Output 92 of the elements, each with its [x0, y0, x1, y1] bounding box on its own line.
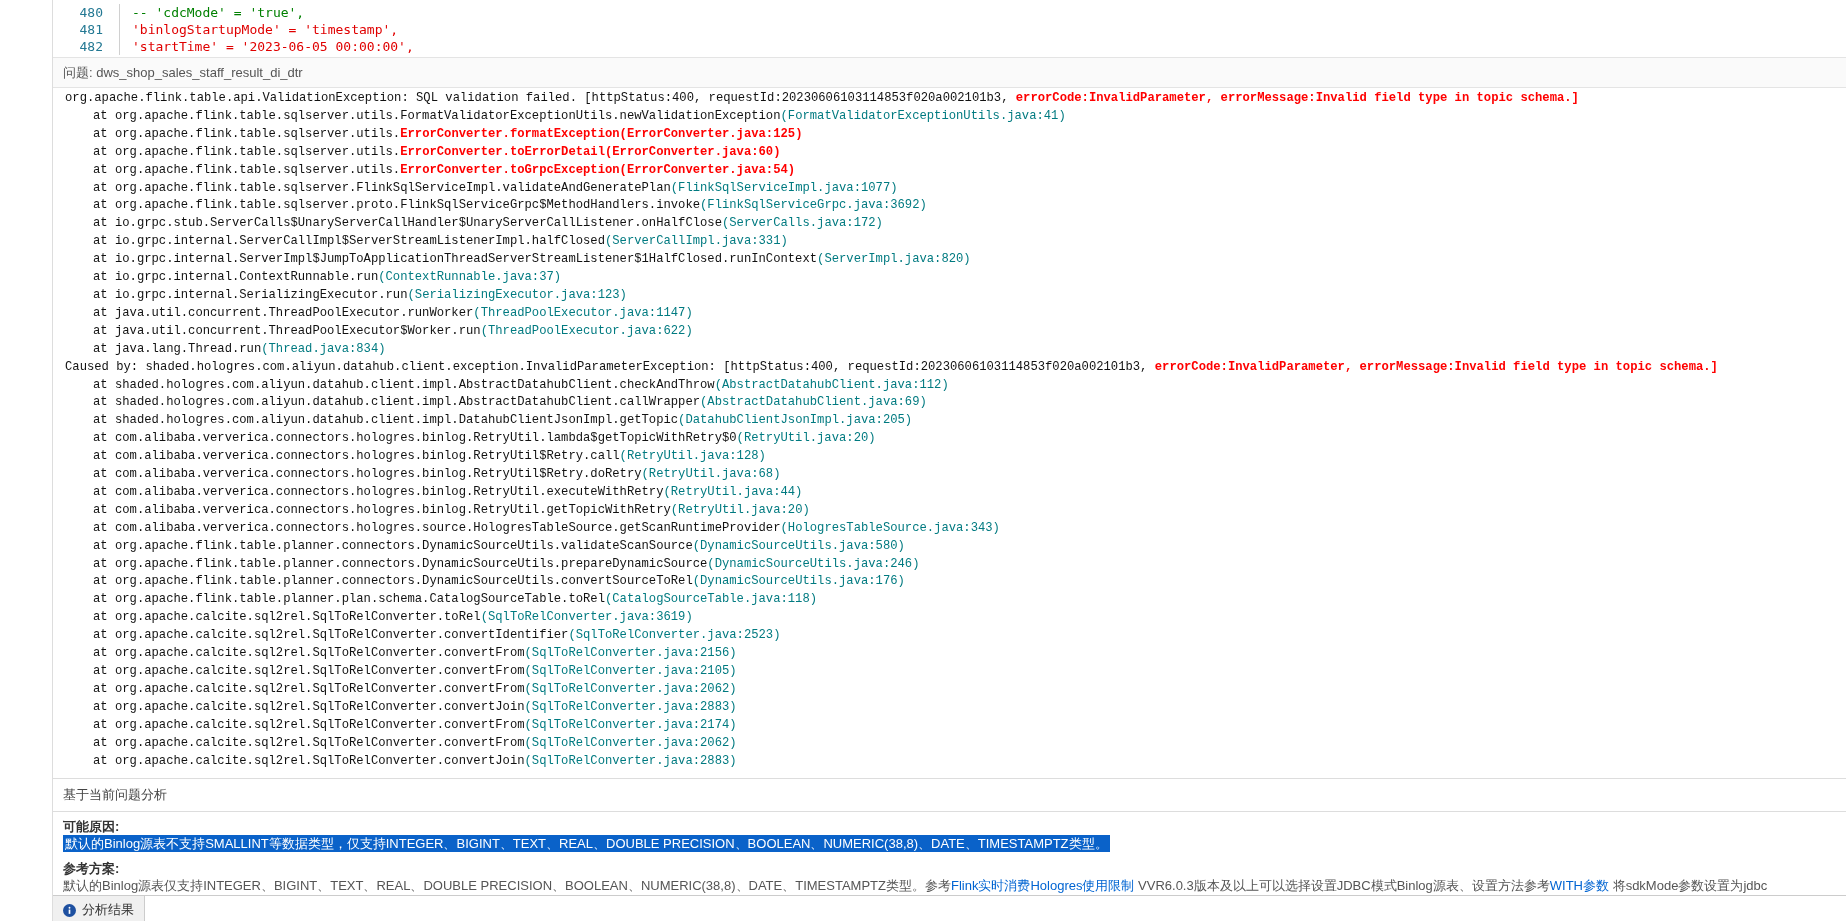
source-location: (RetryUtil.java:128): [619, 449, 766, 464]
source-location: (SqlToRelConverter.java:3619): [480, 610, 693, 625]
trace-text: at java.util.concurrent.ThreadPoolExecutor$Worker.run: [93, 323, 481, 338]
trace-text: at shaded.hologres.com.aliyun.datahub.client.impl.AbstractDatahubClient.checkAndThrow: [93, 377, 715, 392]
code-text: 'startTime' = '2023-06-05 00:00:00',: [132, 39, 414, 54]
trace-text: at org.apache.flink.table.sqlserver.FlinkSqlServiceImpl.validateAndGeneratePlan: [93, 180, 671, 195]
source-location: (RetryUtil.java:20): [670, 502, 810, 517]
code-text: -- 'cdcMode' = 'true',: [132, 5, 305, 20]
analysis-result-tab[interactable]: 分析结果: [53, 896, 145, 921]
trace-text: at org.apache.flink.table.sqlserver.utils.: [93, 144, 401, 159]
trace-text: at org.apache.flink.table.sqlserver.utils.: [93, 126, 401, 141]
trace-text: at com.alibaba.ververica.connectors.hologres.binlog.RetryUtil.lambda$getTopicWithRetry$0: [93, 431, 737, 446]
source-location: (DynamicSourceUtils.java:580): [692, 538, 905, 553]
trace-text: at java.util.concurrent.ThreadPoolExecutor.runWorker: [93, 305, 474, 320]
trace-text: at io.grpc.internal.SerializingExecutor.run: [93, 287, 408, 302]
source-location: (SqlToRelConverter.java:2062): [524, 735, 737, 750]
trace-text: at io.grpc.internal.ServerCallImpl$ServerStreamListenerImpl.halfClosed: [93, 234, 605, 249]
error-text: ErrorConverter.toErrorDetail(ErrorConverter.java:60): [400, 144, 781, 159]
trace-text: at org.apache.calcite.sql2rel.SqlToRelConverter.convertJoin: [93, 753, 525, 768]
trace-text: at org.apache.calcite.sql2rel.SqlToRelConverter.convertFrom: [93, 664, 525, 678]
analysis-title: 基于当前问题分析: [53, 778, 1846, 812]
line-number: 481: [78, 21, 104, 38]
error-text: errorCode:InvalidParameter, errorMessage:Invalid field type in topic schema.]: [1154, 359, 1718, 374]
trace-text: at org.apache.flink.table.planner.plan.schema.CatalogSourceTable.toRel: [93, 592, 605, 607]
source-location: (SqlToRelConverter.java:2883): [524, 699, 737, 714]
source-location: (AbstractDatahubClient.java:112): [714, 377, 949, 392]
source-location: (FlinkSqlServiceImpl.java:1077): [670, 180, 898, 195]
source-location: (ServerCallImpl.java:331): [604, 234, 788, 249]
trace-text: at shaded.hologres.com.aliyun.datahub.client.impl.DatahubClientJsonImpl.getTopic: [93, 413, 679, 428]
error-text: ErrorConverter.toGrpcException(ErrorConverter.java:54): [400, 162, 796, 177]
info-icon: [63, 903, 76, 917]
trace-text: at org.apache.calcite.sql2rel.SqlToRelConverter.convertFrom: [93, 717, 525, 732]
code-text: 'binlogStartupMode' = 'timestamp',: [132, 22, 399, 37]
trace-text: at org.apache.flink.table.planner.connectors.DynamicSourceUtils.validateScanSource: [93, 538, 693, 553]
source-location: (SqlToRelConverter.java:2105): [524, 664, 737, 678]
trace-text: at com.alibaba.ververica.connectors.hologres.binlog.RetryUtil$Retry.doRetry: [93, 467, 642, 482]
source-location: (ThreadPoolExecutor.java:1147): [473, 305, 693, 320]
doc-link[interactable]: WITH参数: [1549, 878, 1609, 893]
doc-link[interactable]: Flink实时消费Hologres使用限制: [950, 878, 1135, 893]
source-location: (SqlToRelConverter.java:2523): [568, 628, 781, 643]
trace-text: at org.apache.calcite.sql2rel.SqlToRelConverter.convertFrom: [93, 681, 525, 696]
source-location: (SqlToRelConverter.java:2062): [524, 681, 737, 696]
source-location: (CatalogSourceTable.java:118): [604, 592, 818, 607]
source-location: (SerializingExecutor.java:123): [407, 287, 627, 302]
trace-text: at org.apache.calcite.sql2rel.SqlToRelConverter.convertIdentifier: [93, 628, 569, 643]
source-location: (ServerImpl.java:820): [817, 252, 971, 267]
line-number: 482: [78, 38, 104, 55]
source-location: (SqlToRelConverter.java:2174): [524, 717, 737, 732]
source-location: (Thread.java:834): [261, 341, 386, 356]
section-text: 默认的Binlog源表不支持SMALLINT等数据类型，仅支持INTEGER、BIGINT、TEXT、REAL、DOUBLE PRECISION、BOOLEAN、NUMERIC(38,8)、DATE、TIMESTAMPTZ类型。: [63, 835, 1110, 852]
trace-text: at com.alibaba.ververica.connectors.hologres.source.HologresTableSource.getScanRuntimeProvider: [93, 520, 781, 535]
source-location: (RetryUtil.java:68): [641, 467, 781, 482]
trace-text: at org.apache.calcite.sql2rel.SqlToRelConverter.convertFrom: [93, 646, 525, 661]
trace-text: at com.alibaba.ververica.connectors.hologres.binlog.RetryUtil.executeWithRetry: [93, 484, 664, 499]
source-location: (AbstractDatahubClient.java:69): [700, 395, 927, 410]
source-location: (ThreadPoolExecutor.java:622): [480, 323, 693, 338]
error-text: errorCode:InvalidParameter, errorMessage:Invalid field type in topic schema.]: [1015, 91, 1579, 105]
source-location: (RetryUtil.java:44): [663, 484, 803, 499]
trace-text: at java.lang.Thread.run: [93, 341, 262, 356]
trace-text: at org.apache.calcite.sql2rel.SqlToRelConverter.convertJoin: [93, 699, 525, 714]
line-number: 480: [78, 4, 104, 21]
source-location: (ServerCalls.java:172): [722, 216, 883, 231]
trace-text: at org.apache.calcite.sql2rel.SqlToRelConverter.toRel: [93, 610, 481, 625]
trace-text: at org.apache.calcite.sql2rel.SqlToRelConverter.convertFrom: [93, 735, 525, 750]
trace-text: at io.grpc.internal.ContextRunnable.run: [93, 270, 379, 285]
source-location: (RetryUtil.java:20): [736, 431, 876, 446]
source-location: (FlinkSqlServiceGrpc.java:3692): [700, 198, 927, 213]
source-location: (ContextRunnable.java:37): [378, 270, 562, 285]
trace-text: at com.alibaba.ververica.connectors.hologres.binlog.RetryUtil$Retry.call: [93, 449, 620, 464]
trace-text: at org.apache.flink.table.sqlserver.proto.FlinkSqlServiceGrpc$MethodHandlers.invoke: [93, 198, 701, 213]
trace-text: at org.apache.flink.table.planner.connectors.DynamicSourceUtils.convertSourceToRel: [93, 574, 693, 589]
source-location: (HologresTableSource.java:343): [780, 520, 1000, 535]
source-location: (FormatValidatorExceptionUtils.java:41): [780, 108, 1066, 123]
source-location: (DynamicSourceUtils.java:176): [692, 574, 905, 589]
problem-header: 问题: dws_shop_sales_staff_result_di_dtr: [53, 57, 1846, 88]
trace-text: at io.grpc.internal.ServerImpl$JumpToApplicationThreadServerStreamListener$1HalfClosed.runInContext: [93, 252, 818, 267]
trace-text: at org.apache.flink.table.sqlserver.utils.FormatValidatorExceptionUtils.newValidationException: [93, 108, 781, 123]
source-location: (DynamicSourceUtils.java:246): [707, 556, 920, 571]
trace-text: at com.alibaba.ververica.connectors.hologres.binlog.RetryUtil.getTopicWithRetry: [93, 502, 671, 517]
trace-text: at org.apache.flink.table.planner.connectors.DynamicSourceUtils.prepareDynamicSource: [93, 556, 708, 571]
section-heading: 参考方案:: [63, 860, 121, 877]
trace-text: at shaded.hologres.com.aliyun.datahub.client.impl.AbstractDatahubClient.callWrapper: [93, 395, 701, 410]
section-heading: 可能原因:: [63, 818, 121, 835]
section-text: 默认的Binlog源表仅支持INTEGER、BIGINT、TEXT、REAL、DOUBLE PRECISION、BOOLEAN、NUMERIC(38,8)、DATE、TIMESTAMPTZ类型。参考Flink实时消费Hologres使用限制 VVR6.0.3版本及以上可以选择设置JDBC模式Binlog源表、设置方法参考WITH参数 将sdkMode参数设置为jdbc: [63, 878, 1768, 893]
trace-text: at io.grpc.stub.ServerCalls$UnaryServerCallHandler$UnaryServerCallListener.onHalfClose: [93, 216, 722, 231]
trace-text: org.apache.flink.table.api.ValidationException: SQL validation failed. [httpStatus:400, requestId:20230606103114853f020a002101b3,: [65, 91, 1010, 105]
trace-text: Caused by: shaded.hologres.com.aliyun.datahub.client.exception.InvalidParameterException: [httpStatus:400, requestId:20230606103114853f020a002101b3,: [65, 359, 1149, 374]
trace-text: at org.apache.flink.table.sqlserver.utils.: [93, 162, 401, 177]
source-location: (SqlToRelConverter.java:2883): [524, 753, 737, 768]
source-location: (SqlToRelConverter.java:2156): [524, 646, 737, 661]
error-text: ErrorConverter.formatException(ErrorConverter.java:125): [400, 126, 803, 141]
source-location: (DatahubClientJsonImpl.java:205): [678, 413, 913, 428]
